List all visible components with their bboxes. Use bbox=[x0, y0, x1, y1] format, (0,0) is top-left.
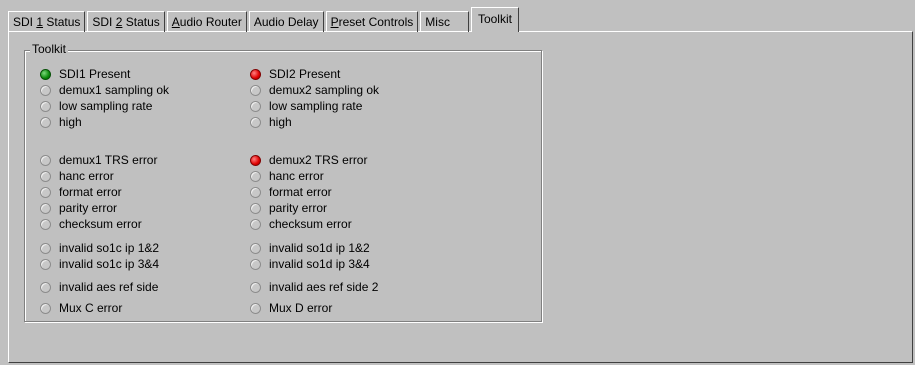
led-row: demux1 TRS error bbox=[40, 152, 157, 168]
status-led-icon bbox=[250, 170, 261, 182]
led-label: hanc error bbox=[59, 169, 114, 183]
status-led-icon bbox=[40, 186, 51, 198]
led-label: format error bbox=[59, 185, 122, 199]
led-label: high bbox=[59, 115, 82, 129]
led-label: parity error bbox=[269, 201, 328, 215]
led-label: low sampling rate bbox=[59, 99, 153, 113]
led-row: Mux C error bbox=[40, 300, 122, 316]
tab-audio-router[interactable]: Audio Router bbox=[166, 11, 247, 32]
led-label: invalid so1d ip 3&4 bbox=[269, 257, 370, 271]
tab-accel-key: A bbox=[171, 15, 180, 29]
led-row: checksum error bbox=[250, 216, 352, 232]
led-label: invalid aes ref side 2 bbox=[269, 280, 379, 294]
led-label: Mux D error bbox=[269, 301, 333, 315]
led-row: invalid so1d ip 3&4 bbox=[250, 256, 370, 272]
led-row: invalid so1d ip 1&2 bbox=[250, 240, 370, 256]
led-label: invalid aes ref side bbox=[59, 280, 159, 294]
led-row: high bbox=[250, 114, 292, 130]
led-label: SDI2 Present bbox=[269, 67, 341, 81]
led-row: demux2 TRS error bbox=[250, 152, 367, 168]
tab-label: SDI bbox=[92, 15, 116, 29]
led-row: parity error bbox=[40, 200, 117, 216]
status-led-icon bbox=[250, 242, 261, 254]
status-led-icon bbox=[250, 116, 261, 128]
tab-label: Status bbox=[43, 15, 81, 29]
led-row: hanc error bbox=[40, 168, 114, 184]
tab-label: Audio Delay bbox=[253, 15, 319, 29]
led-label: demux2 TRS error bbox=[269, 153, 368, 167]
tab-misc[interactable]: Misc bbox=[420, 11, 469, 32]
status-led-icon bbox=[250, 258, 261, 270]
led-label: high bbox=[269, 115, 292, 129]
status-led-icon bbox=[250, 68, 261, 80]
status-led-icon bbox=[40, 218, 51, 230]
tab-sdi2-status[interactable]: SDI 2 Status bbox=[87, 11, 165, 32]
led-label: low sampling rate bbox=[269, 99, 363, 113]
led-row: demux1 sampling ok bbox=[40, 82, 169, 98]
status-led-icon bbox=[250, 281, 261, 293]
led-label: demux1 sampling ok bbox=[59, 83, 170, 97]
tab-label: Toolkit bbox=[477, 12, 512, 26]
led-row: invalid aes ref side 2 bbox=[250, 279, 378, 295]
led-row: high bbox=[40, 114, 82, 130]
status-led-icon bbox=[40, 302, 51, 314]
tab-label: udio Router bbox=[179, 15, 242, 29]
groupbox-title: Toolkit bbox=[30, 42, 69, 56]
led-label: demux2 sampling ok bbox=[269, 83, 380, 97]
led-row: invalid aes ref side bbox=[40, 279, 158, 295]
led-label: parity error bbox=[59, 201, 118, 215]
led-row: parity error bbox=[250, 200, 327, 216]
status-led-icon bbox=[40, 154, 51, 166]
status-led-icon bbox=[40, 202, 51, 214]
led-label: format error bbox=[269, 185, 332, 199]
led-row: invalid so1c ip 1&2 bbox=[40, 240, 159, 256]
led-label: checksum error bbox=[59, 217, 142, 231]
status-led-icon bbox=[250, 154, 261, 166]
led-label: demux1 TRS error bbox=[59, 153, 158, 167]
tab-label: SDI bbox=[13, 15, 37, 29]
led-row: SDI1 Present bbox=[40, 66, 130, 82]
status-led-icon bbox=[250, 186, 261, 198]
status-led-icon bbox=[40, 242, 51, 254]
tab-label: reset Controls bbox=[338, 15, 414, 29]
tab-preset-controls[interactable]: Preset Controls bbox=[325, 11, 419, 32]
led-row: hanc error bbox=[250, 168, 324, 184]
led-label: SDI1 Present bbox=[59, 67, 131, 81]
status-led-icon bbox=[40, 84, 51, 96]
status-led-icon bbox=[250, 302, 261, 314]
led-label: invalid so1d ip 1&2 bbox=[269, 241, 370, 255]
status-led-icon bbox=[40, 68, 51, 80]
tab-audio-delay[interactable]: Audio Delay bbox=[248, 11, 324, 32]
status-led-icon bbox=[40, 258, 51, 270]
status-led-icon bbox=[250, 218, 261, 230]
tab-sdi1-status[interactable]: SDI 1 Status bbox=[8, 11, 86, 32]
led-row: low sampling rate bbox=[250, 98, 362, 114]
led-row: checksum error bbox=[40, 216, 142, 232]
status-led-icon bbox=[40, 170, 51, 182]
status-led-icon bbox=[40, 100, 51, 112]
led-row: format error bbox=[40, 184, 122, 200]
status-led-icon bbox=[40, 281, 51, 293]
tab-accel-key: P bbox=[330, 15, 339, 29]
led-row: Mux D error bbox=[250, 300, 332, 316]
status-led-icon bbox=[250, 202, 261, 214]
led-row: format error bbox=[250, 184, 332, 200]
led-label: invalid so1c ip 1&2 bbox=[59, 241, 160, 255]
led-row: invalid so1c ip 3&4 bbox=[40, 256, 159, 272]
tab-toolkit[interactable]: Toolkit bbox=[470, 7, 519, 32]
led-row: low sampling rate bbox=[40, 98, 152, 114]
tab-label: Status bbox=[122, 15, 160, 29]
status-led-icon bbox=[40, 116, 51, 128]
status-led-icon bbox=[250, 100, 261, 112]
tab-label: Misc bbox=[425, 15, 450, 29]
tab-bar: SDI 1 Status SDI 2 Status Audio Router A… bbox=[8, 7, 521, 32]
led-row: demux2 sampling ok bbox=[250, 82, 379, 98]
led-label: Mux C error bbox=[59, 301, 123, 315]
led-row: SDI2 Present bbox=[250, 66, 340, 82]
led-label: checksum error bbox=[269, 217, 352, 231]
led-label: hanc error bbox=[269, 169, 324, 183]
led-label: invalid so1c ip 3&4 bbox=[59, 257, 160, 271]
status-led-icon bbox=[250, 84, 261, 96]
